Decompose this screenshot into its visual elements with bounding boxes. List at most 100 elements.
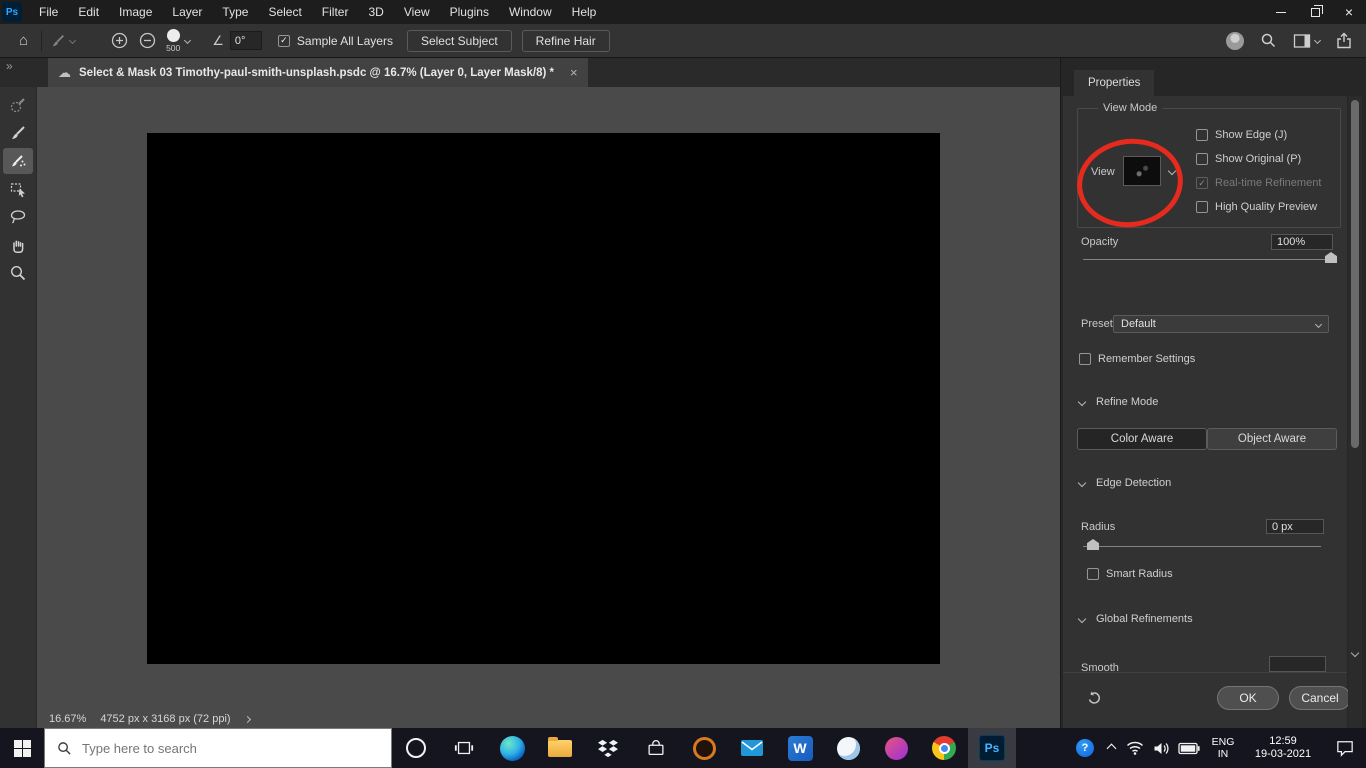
smart-radius-checkbox-row[interactable]: Smart Radius (1087, 566, 1173, 582)
action-center-button[interactable] (1324, 740, 1366, 757)
menu-item-select[interactable]: Select (258, 0, 311, 24)
taskbar-mail[interactable] (728, 728, 776, 768)
cancel-button[interactable]: Cancel (1289, 686, 1351, 710)
minimize-button[interactable] (1264, 0, 1298, 24)
ok-button[interactable]: OK (1217, 686, 1279, 710)
preset-dropdown[interactable]: Default (1113, 315, 1329, 333)
taskbar-cortana[interactable] (392, 728, 440, 768)
restore-button[interactable] (1298, 0, 1332, 24)
status-expand-icon[interactable] (243, 715, 251, 723)
object-aware-button[interactable]: Object Aware (1207, 428, 1337, 450)
panel-scrollbar-thumb[interactable] (1351, 100, 1359, 448)
brush-size-picker[interactable]: 500 (166, 28, 192, 53)
quick-selection-tool-button[interactable] (3, 92, 33, 118)
taskbar-dropbox[interactable] (584, 728, 632, 768)
clock[interactable]: 12:59 19-03-2021 (1242, 735, 1324, 761)
taskbar-word[interactable]: W (776, 728, 824, 768)
show-original-checkbox-row[interactable]: Show Original (P) (1196, 151, 1301, 167)
menu-item-layer[interactable]: Layer (162, 0, 212, 24)
minimize-icon (1276, 11, 1286, 13)
show-edge-checkbox[interactable] (1196, 129, 1208, 141)
document-tab[interactable]: ☁ Select & Mask 03 Timothy-paul-smith-un… (48, 58, 588, 87)
show-original-checkbox[interactable] (1196, 153, 1208, 165)
high-quality-preview-checkbox-row[interactable]: High Quality Preview (1196, 199, 1317, 215)
tab-overflow-icon[interactable]: » (6, 59, 13, 73)
menu-item-filter[interactable]: Filter (312, 0, 359, 24)
radius-slider-handle[interactable] (1087, 539, 1099, 550)
angle-input[interactable]: 0° (229, 31, 262, 50)
lasso-tool-button[interactable] (3, 204, 33, 230)
remember-settings-checkbox-row[interactable]: Remember Settings (1079, 351, 1195, 367)
start-button[interactable] (0, 728, 44, 768)
taskbar-photoshop[interactable]: Ps (968, 728, 1016, 768)
show-edge-checkbox-row[interactable]: Show Edge (J) (1196, 127, 1287, 143)
select-subject-button[interactable]: Select Subject (406, 29, 512, 52)
menu-item-view[interactable]: View (394, 0, 440, 24)
sample-all-layers-checkbox[interactable]: ✓ (277, 34, 290, 47)
edge-detection-collapse-icon[interactable] (1077, 478, 1087, 488)
menu-item-edit[interactable]: Edit (68, 0, 109, 24)
high-quality-preview-checkbox[interactable] (1196, 201, 1208, 213)
opacity-input[interactable]: 100% (1271, 234, 1333, 250)
tray-help[interactable]: ? (1070, 739, 1100, 757)
tray-volume[interactable] (1148, 741, 1174, 756)
taskbar-file-explorer[interactable] (536, 728, 584, 768)
show-edge-label: Show Edge (J) (1215, 129, 1288, 141)
close-button[interactable]: × (1332, 0, 1366, 24)
smooth-input[interactable] (1269, 656, 1326, 672)
taskbar-edge[interactable] (488, 728, 536, 768)
menu-item-plugins[interactable]: Plugins (440, 0, 499, 24)
share-icon[interactable] (1336, 32, 1352, 49)
subtract-selection-button[interactable] (139, 32, 156, 49)
taskbar-light-app[interactable] (824, 728, 872, 768)
tab-properties[interactable]: Properties (1074, 70, 1155, 96)
language-indicator[interactable]: ENG IN (1204, 736, 1242, 760)
sample-all-layers-checkbox-row[interactable]: ✓ Sample All Layers (277, 34, 393, 48)
smart-radius-checkbox[interactable] (1087, 568, 1099, 580)
menu-item-window[interactable]: Window (499, 0, 562, 24)
brush-tool-button[interactable] (3, 120, 33, 146)
workspace-switcher[interactable] (1293, 33, 1322, 49)
taskbar-search[interactable] (44, 728, 392, 768)
menu-item-3d[interactable]: 3D (358, 0, 393, 24)
refine-mode-collapse-icon[interactable] (1077, 397, 1087, 407)
opacity-slider[interactable] (1083, 259, 1335, 260)
taskbar-task-view[interactable] (440, 728, 488, 768)
tab-close-icon[interactable]: × (570, 65, 578, 80)
refine-hair-button[interactable]: Refine Hair (521, 29, 610, 52)
refine-edge-brush-tool-button[interactable] (3, 148, 33, 174)
tray-network[interactable] (1122, 741, 1148, 755)
taskbar-orange-app[interactable] (680, 728, 728, 768)
color-aware-button[interactable]: Color Aware (1077, 428, 1207, 450)
panel-scrollbar[interactable] (1348, 96, 1362, 728)
object-selection-tool-button[interactable] (3, 176, 33, 202)
tray-battery[interactable] (1174, 742, 1204, 755)
tray-show-hidden-icons[interactable] (1100, 743, 1122, 753)
menu-item-image[interactable]: Image (109, 0, 162, 24)
menu-item-type[interactable]: Type (212, 0, 258, 24)
taskbar-search-input[interactable] (82, 740, 372, 756)
show-original-label: Show Original (P) (1215, 153, 1302, 165)
menu-item-help[interactable]: Help (562, 0, 607, 24)
canvas-area[interactable] (37, 87, 1060, 710)
home-icon[interactable]: ⌂ (19, 32, 28, 49)
zoom-tool-button[interactable] (3, 260, 33, 286)
add-selection-button[interactable] (111, 32, 128, 49)
taskbar-chrome[interactable] (920, 728, 968, 768)
global-refinements-collapse-icon[interactable] (1077, 614, 1087, 624)
hand-tool-button[interactable] (3, 232, 33, 258)
account-avatar[interactable] (1226, 31, 1244, 50)
zoom-level[interactable]: 16.67% (49, 713, 86, 725)
opacity-slider-handle[interactable] (1325, 252, 1337, 263)
reset-button[interactable] (1085, 689, 1103, 707)
document-image[interactable] (147, 133, 940, 664)
taskbar-store[interactable] (632, 728, 680, 768)
radius-input[interactable]: 0 px (1266, 519, 1324, 534)
radius-slider[interactable] (1083, 546, 1321, 547)
menu-item-file[interactable]: File (29, 0, 68, 24)
tool-options-bar: ⌂ 500 ∠ 0° ✓ Sample All Layers Select Su… (0, 24, 1366, 58)
tool-preset-picker[interactable] (50, 33, 77, 49)
remember-settings-checkbox[interactable] (1079, 353, 1091, 365)
search-icon[interactable] (1260, 32, 1277, 49)
taskbar-media-app[interactable] (872, 728, 920, 768)
